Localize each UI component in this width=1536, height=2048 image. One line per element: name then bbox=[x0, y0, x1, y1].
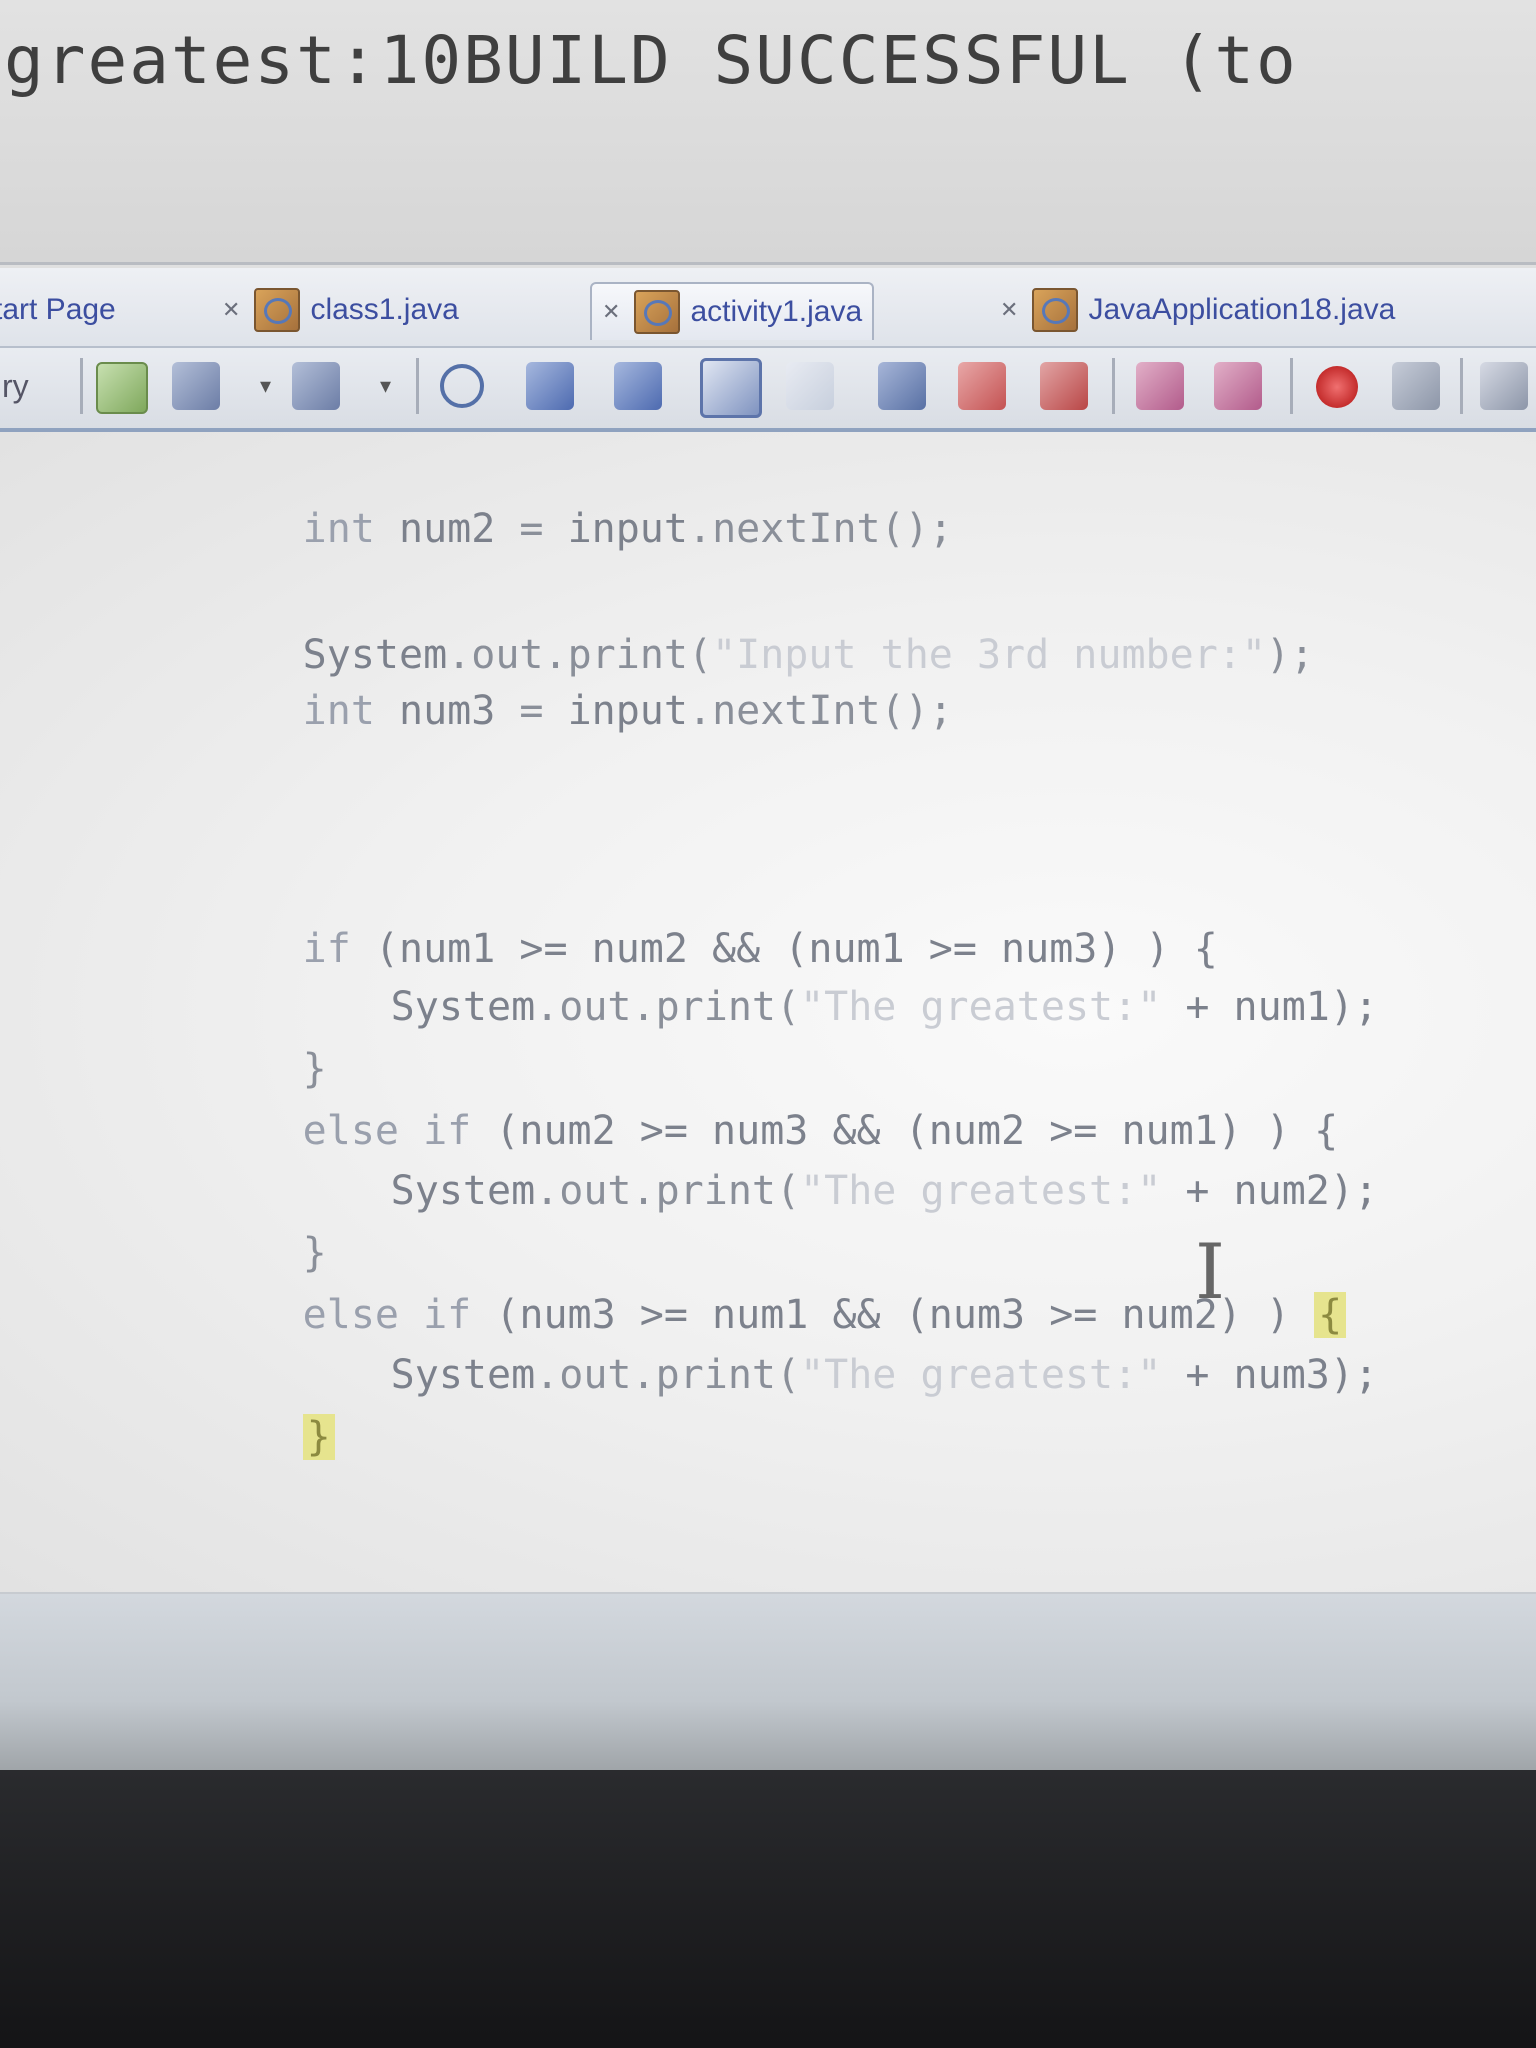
shift-right-icon[interactable] bbox=[1214, 362, 1262, 410]
comment-icon[interactable] bbox=[1480, 362, 1528, 410]
next-bookmark-icon[interactable] bbox=[958, 362, 1006, 410]
toolbar-separator bbox=[80, 358, 83, 414]
tab-label: class1.java bbox=[310, 293, 459, 326]
toolbar-separator bbox=[1112, 358, 1115, 414]
find-next-icon[interactable] bbox=[614, 362, 662, 410]
toggle-bookmark-icon[interactable] bbox=[1040, 362, 1088, 410]
java-file-icon bbox=[1032, 288, 1079, 332]
tab-start-page[interactable]: tart Page bbox=[0, 282, 116, 338]
start-macro-recording-icon[interactable] bbox=[1316, 366, 1358, 408]
java-file-icon bbox=[634, 290, 681, 334]
code-line: System.out.print("Input the 3rd number:"… bbox=[302, 632, 1315, 678]
close-icon[interactable]: ✕ bbox=[1000, 297, 1018, 323]
previous-bookmark-icon[interactable] bbox=[878, 362, 926, 410]
tab-activity1-java[interactable]: ✕ activity1.java bbox=[590, 282, 875, 340]
code-area: int num2 = input.nextInt(); System.out.p… bbox=[110, 432, 1378, 1460]
toolbar-separator bbox=[1460, 358, 1463, 414]
editor-status-area bbox=[0, 1592, 1536, 1770]
editor-toolbar: ry ▾ ▾ bbox=[0, 348, 1536, 432]
editor-tab-bar: tart Page ✕ class1.java ✕ activity1.java… bbox=[0, 268, 1536, 348]
chevron-down-icon[interactable]: ▾ bbox=[380, 374, 402, 422]
code-line: int num2 = input.nextInt(); bbox=[302, 506, 953, 552]
tab-label: JavaApplication18.java bbox=[1088, 293, 1396, 326]
code-line: if (num1 >= num2 && (num1 >= num3) ) { bbox=[302, 926, 1218, 972]
toolbar-separator bbox=[1290, 358, 1293, 414]
toggle-highlight-icon[interactable] bbox=[700, 358, 762, 418]
tab-class1-java[interactable]: ✕ class1.java bbox=[222, 282, 459, 338]
code-editor[interactable]: int num2 = input.nextInt(); System.out.p… bbox=[0, 432, 1536, 1592]
code-line: int num3 = input.nextInt(); bbox=[302, 688, 953, 734]
last-edit-icon[interactable] bbox=[96, 362, 148, 414]
code-line: System.out.print("The greatest:" + num2)… bbox=[390, 1168, 1379, 1214]
ide-screen: greatest:10BUILD SUCCESSFUL (to tart Pag… bbox=[0, 0, 1536, 1770]
tab-label: activity1.java bbox=[690, 295, 863, 328]
find-previous-icon[interactable] bbox=[526, 362, 574, 410]
search-icon[interactable] bbox=[440, 364, 484, 408]
java-file-icon bbox=[254, 288, 301, 332]
close-icon[interactable]: ✕ bbox=[222, 297, 240, 323]
code-line: else if (num2 >= num3 && (num2 >= num1) … bbox=[302, 1108, 1339, 1154]
toggle-rectangular-selection-icon[interactable] bbox=[786, 362, 834, 410]
code-line: else if (num3 >= num1 && (num3 >= num2) … bbox=[110, 1246, 1347, 1338]
console-output-text: greatest:10BUILD SUCCESSFUL (to bbox=[4, 22, 1298, 99]
toolbar-separator bbox=[416, 358, 419, 414]
chevron-down-icon[interactable]: ▾ bbox=[260, 374, 282, 422]
toolbar-history-label[interactable]: ry bbox=[2, 368, 29, 405]
stop-macro-recording-icon[interactable] bbox=[1392, 362, 1440, 410]
back-icon[interactable] bbox=[172, 362, 220, 410]
tab-label: tart Page bbox=[0, 293, 116, 326]
close-icon[interactable]: ✕ bbox=[602, 299, 620, 325]
code-line: System.out.print("The greatest:" + num1)… bbox=[390, 984, 1379, 1030]
tab-javaapplication18-java[interactable]: ✕ JavaApplication18.java bbox=[1000, 282, 1395, 338]
code-line: } bbox=[302, 1046, 327, 1092]
matched-brace-highlight: } bbox=[302, 1414, 335, 1460]
forward-icon[interactable] bbox=[292, 362, 340, 410]
shift-left-icon[interactable] bbox=[1136, 362, 1184, 410]
output-console: greatest:10BUILD SUCCESSFUL (to bbox=[0, 0, 1536, 265]
monitor-bezel bbox=[0, 1770, 1536, 2048]
code-line: } bbox=[302, 1230, 327, 1276]
code-line: } bbox=[110, 1368, 335, 1460]
text-cursor-icon: I bbox=[1195, 1227, 1226, 1316]
